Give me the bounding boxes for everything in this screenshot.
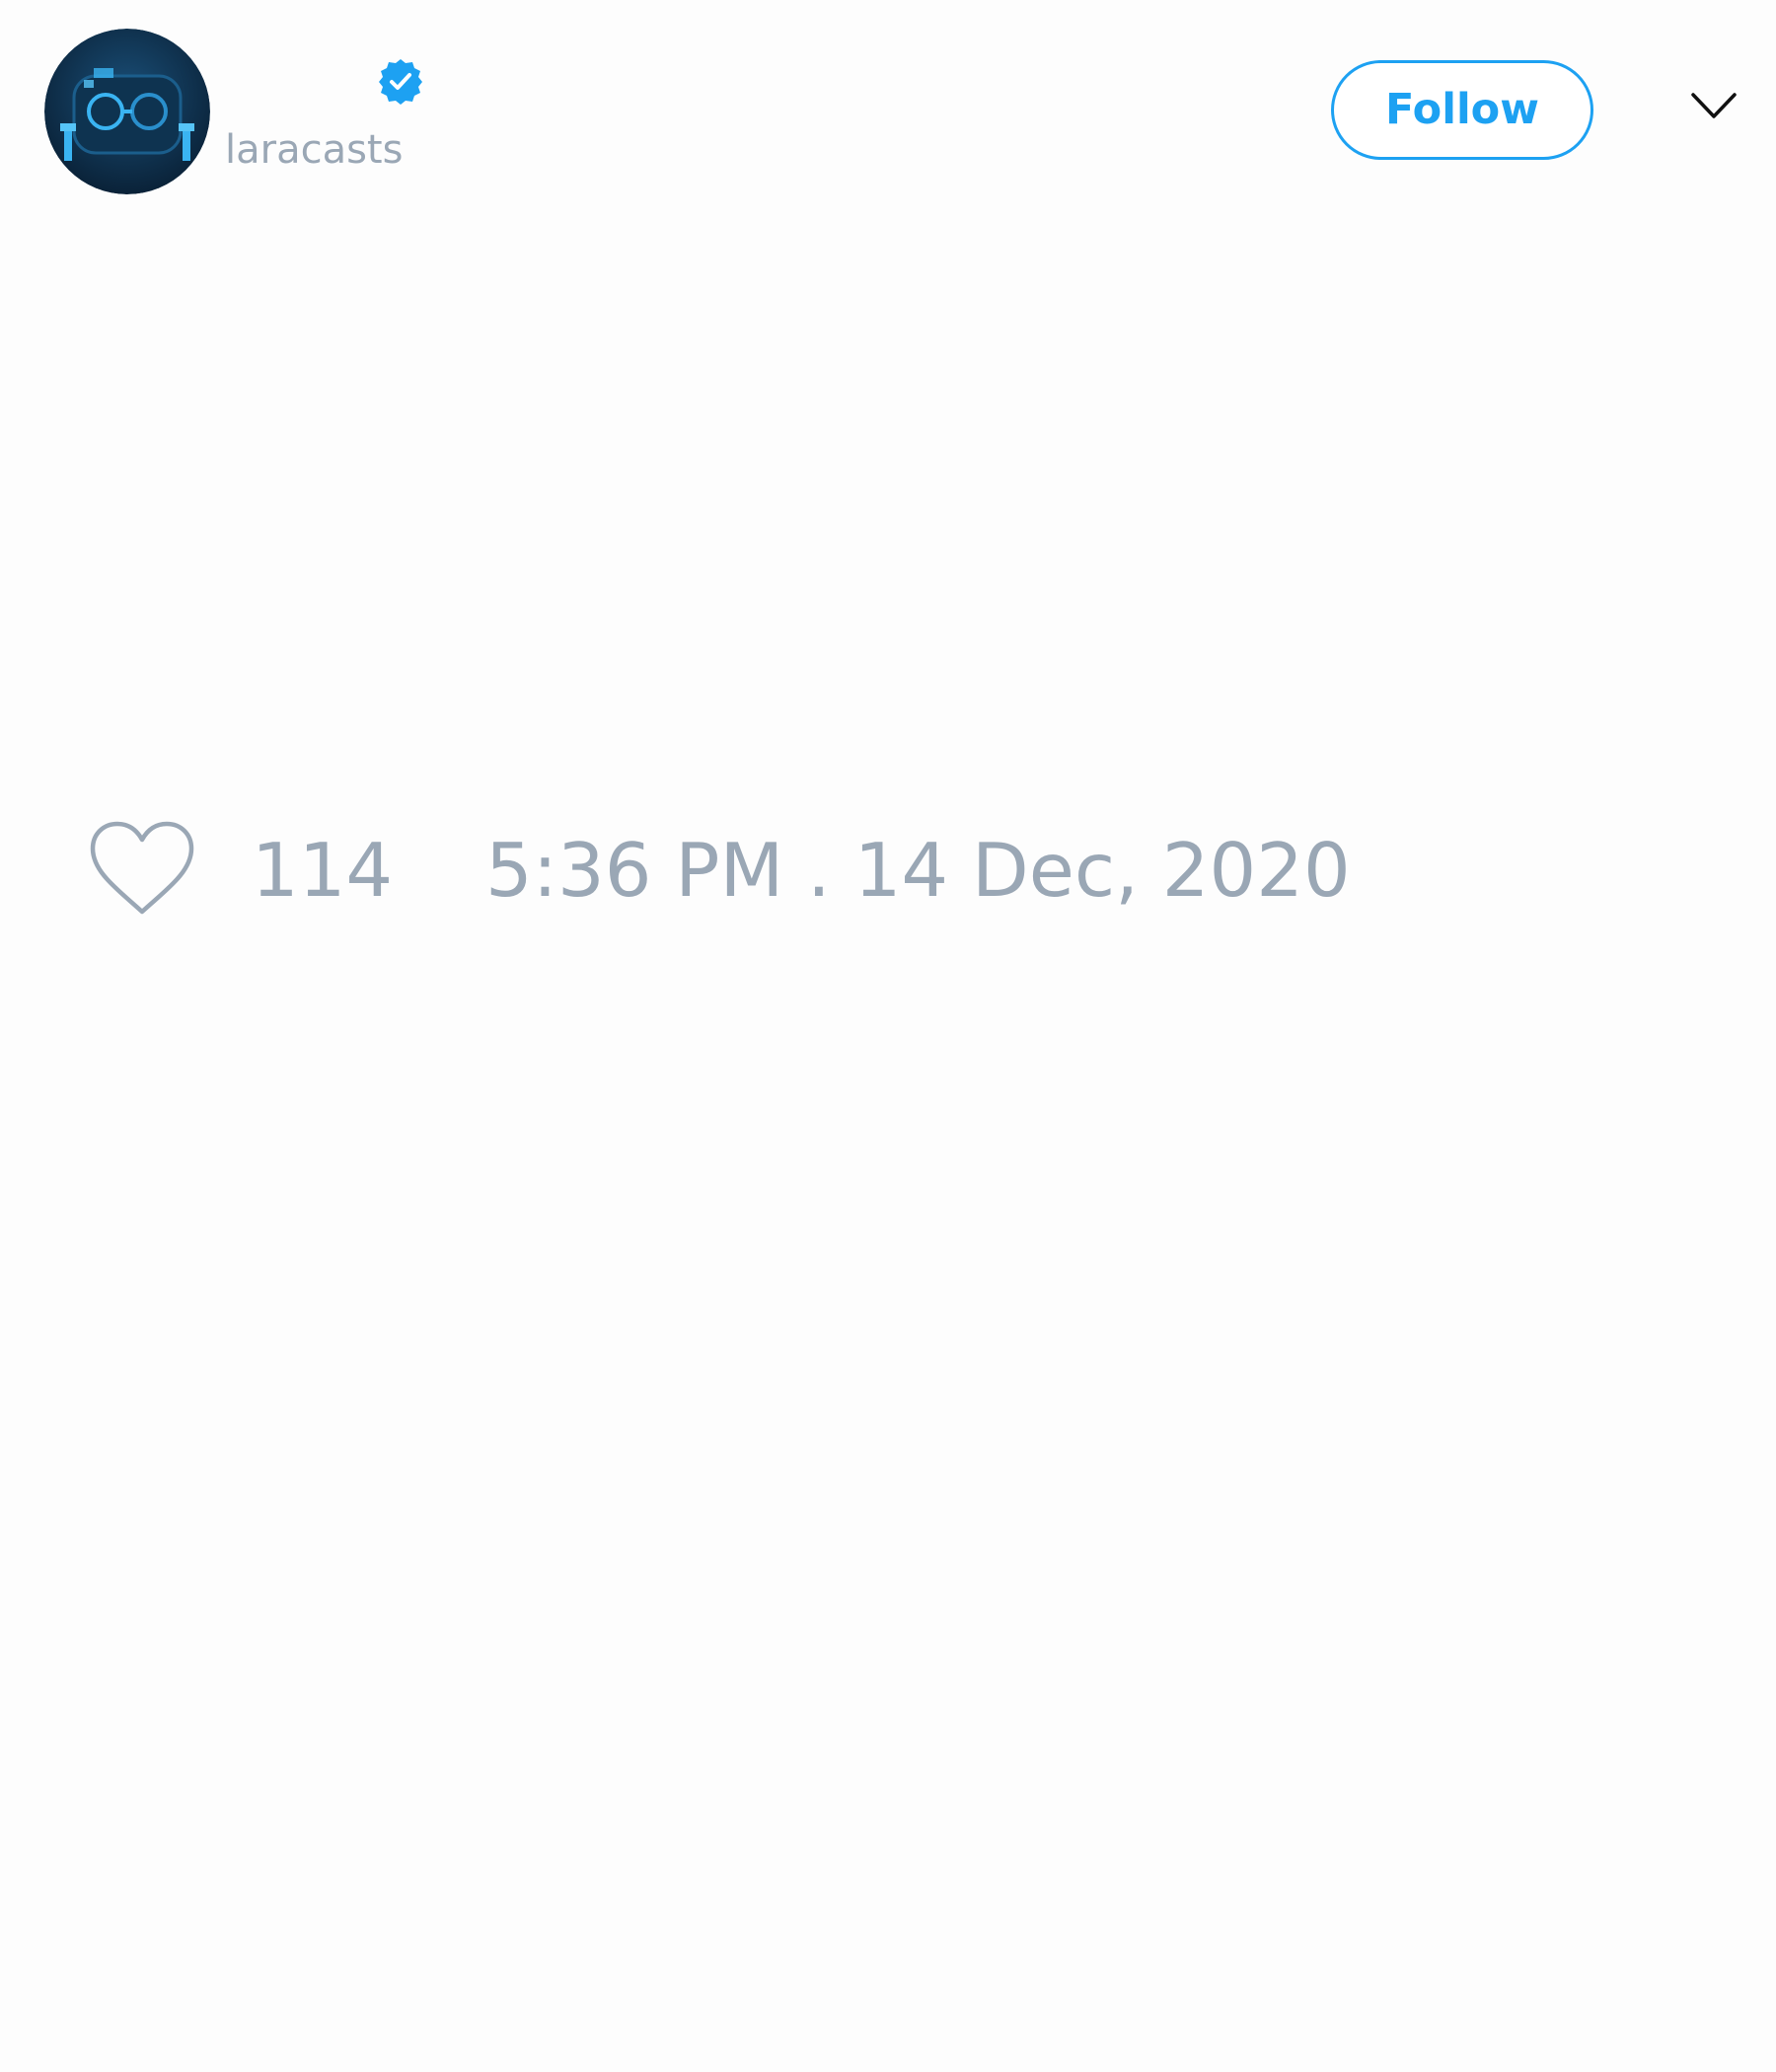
heart-icon[interactable] (89, 821, 195, 918)
verified-badge-icon (376, 57, 425, 107)
author-avatar[interactable] (44, 29, 210, 194)
laracasts-logo-avatar (44, 29, 210, 194)
tweet-timestamp[interactable]: 5:36 PM . 14 Dec, 2020 (485, 826, 1351, 915)
follow-button[interactable]: Follow (1331, 60, 1593, 160)
author-handle[interactable]: laracasts (225, 126, 403, 174)
chevron-down-icon[interactable] (1689, 89, 1739, 122)
like-count: 114 (252, 827, 394, 914)
